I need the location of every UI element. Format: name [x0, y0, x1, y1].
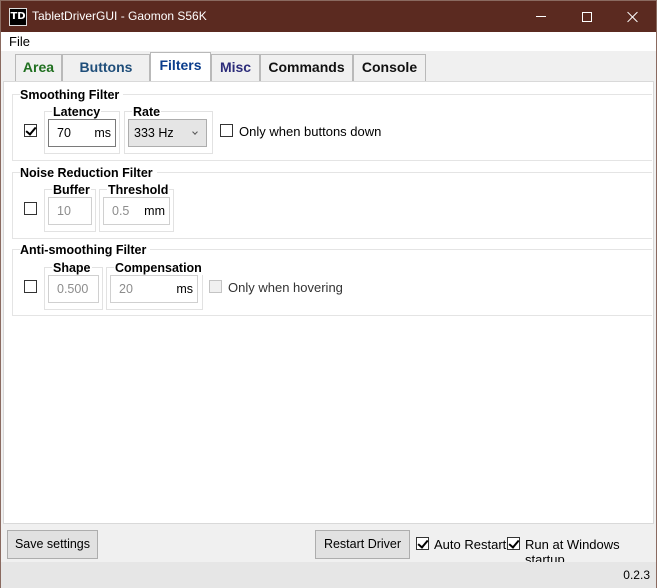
- chevron-down-icon: [192, 129, 198, 135]
- run-at-startup-checkbox[interactable]: [507, 537, 520, 550]
- only-buttons-label[interactable]: Only when buttons down: [239, 124, 381, 139]
- restart-driver-button[interactable]: Restart Driver: [315, 530, 410, 559]
- shape-input[interactable]: 0.500: [48, 275, 99, 303]
- threshold-label: Threshold: [107, 183, 170, 197]
- tab-filters[interactable]: Filters: [150, 52, 211, 81]
- latency-label: Latency: [52, 105, 102, 119]
- compensation-unit: ms: [176, 282, 193, 296]
- menu-file[interactable]: File: [9, 34, 30, 49]
- latency-value: 70: [57, 126, 71, 140]
- latency-unit: ms: [94, 126, 111, 140]
- shape-box: Shape 0.500: [44, 261, 103, 310]
- rate-value: 333 Hz: [134, 126, 174, 140]
- anti-smoothing-group: Anti-smoothing Filter Shape 0.500 Compen…: [12, 243, 652, 316]
- latency-input[interactable]: 70 ms: [48, 119, 116, 147]
- maximize-icon: [582, 11, 592, 22]
- anti-smoothing-title: Anti-smoothing Filter: [20, 243, 151, 257]
- smoothing-filter-group: Smoothing Filter Latency 70 ms Rate 333 …: [12, 88, 652, 161]
- threshold-unit: mm: [144, 204, 165, 218]
- tab-console[interactable]: Console: [353, 54, 426, 81]
- close-icon: [627, 11, 639, 23]
- menu-bar: File: [1, 32, 656, 51]
- filters-panel: Smoothing Filter Latency 70 ms Rate 333 …: [3, 81, 654, 524]
- shape-value: 0.500: [57, 282, 89, 296]
- threshold-input[interactable]: 0.5 mm: [103, 197, 170, 225]
- app-window: TD TabletDriverGUI - Gaomon S56K File Ar…: [0, 0, 657, 588]
- noise-reduction-group: Noise Reduction Filter Buffer 10 Thresho…: [12, 166, 652, 239]
- noise-enabled-checkbox[interactable]: [24, 202, 37, 215]
- buffer-input[interactable]: 10: [48, 197, 92, 225]
- buffer-box: Buffer 10: [44, 183, 96, 232]
- only-hovering-label[interactable]: Only when hovering: [228, 280, 343, 295]
- compensation-input[interactable]: 20 ms: [110, 275, 198, 303]
- status-bar: 0.2.3: [1, 562, 656, 588]
- window-title: TabletDriverGUI - Gaomon S56K: [32, 9, 207, 23]
- bottom-bar: Save settings Restart Driver Auto Restar…: [1, 524, 656, 567]
- title-bar[interactable]: TD TabletDriverGUI - Gaomon S56K: [1, 1, 656, 32]
- only-buttons-checkbox[interactable]: [220, 124, 233, 137]
- auto-restart-label[interactable]: Auto Restart: [434, 537, 506, 552]
- compensation-value: 20: [119, 282, 133, 296]
- anti-smoothing-enabled-checkbox[interactable]: [24, 280, 37, 293]
- smoothing-filter-title: Smoothing Filter: [20, 88, 124, 102]
- latency-box: Latency 70 ms: [44, 105, 120, 154]
- smoothing-enabled-checkbox[interactable]: [24, 124, 37, 137]
- threshold-box: Threshold 0.5 mm: [99, 183, 174, 232]
- buffer-label: Buffer: [52, 183, 91, 197]
- rate-select[interactable]: 333 Hz: [128, 119, 207, 147]
- shape-label: Shape: [52, 261, 92, 275]
- compensation-label: Compensation: [114, 261, 203, 275]
- version-text: 0.2.3: [623, 568, 650, 582]
- threshold-value: 0.5: [112, 204, 130, 218]
- rate-box: Rate 333 Hz: [124, 105, 213, 154]
- only-hovering-checkbox[interactable]: [209, 280, 222, 293]
- minimize-icon: [536, 16, 546, 17]
- compensation-box: Compensation 20 ms: [106, 261, 203, 310]
- auto-restart-checkbox[interactable]: [416, 537, 429, 550]
- close-button[interactable]: [610, 1, 656, 32]
- tab-area[interactable]: Area: [15, 54, 62, 81]
- rate-label: Rate: [132, 105, 162, 119]
- minimize-button[interactable]: [518, 1, 564, 32]
- buffer-value: 10: [57, 204, 71, 218]
- noise-reduction-title: Noise Reduction Filter: [20, 166, 157, 180]
- app-logo-icon: TD: [9, 8, 27, 26]
- tab-misc[interactable]: Misc: [211, 54, 260, 81]
- save-settings-button[interactable]: Save settings: [7, 530, 98, 559]
- tab-buttons[interactable]: Buttons: [62, 54, 150, 81]
- tab-commands[interactable]: Commands: [260, 54, 353, 81]
- maximize-button[interactable]: [564, 1, 610, 32]
